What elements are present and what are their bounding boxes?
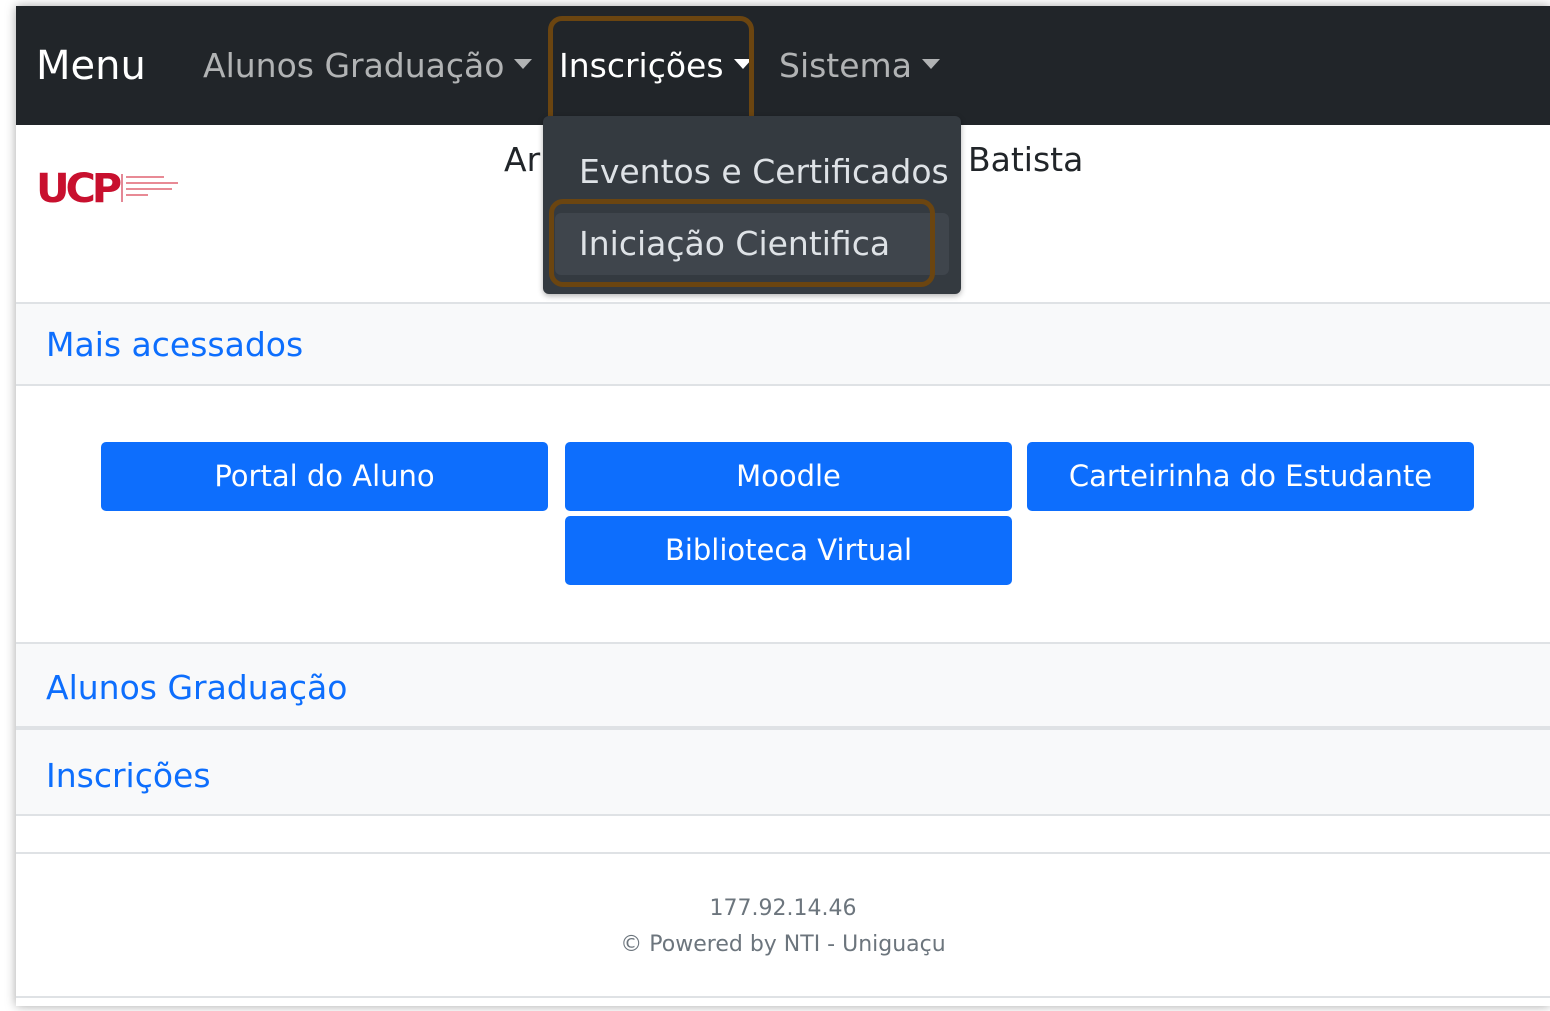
navbar-brand[interactable]: Menu [36, 39, 146, 93]
footer-bottom-line [16, 996, 1550, 998]
moodle-button[interactable]: Moodle [565, 442, 1012, 511]
section-mais-acessados: Mais acessados [16, 302, 1550, 386]
section-alunos-graduacao: Alunos Graduação [16, 642, 1550, 728]
dropdown-item-iniciacao-cientifica[interactable]: Iniciação Cientifica [555, 213, 949, 275]
section-title-mais-acessados[interactable]: Mais acessados [46, 323, 303, 367]
section-title-inscricoes[interactable]: Inscrições [46, 754, 211, 798]
nav-sistema[interactable]: Sistema [779, 44, 940, 88]
logo-text: UCP [36, 166, 121, 208]
browser-page: Menu Alunos Graduação Inscrições Sistema… [16, 6, 1550, 1006]
section-inscricoes: Inscrições [16, 728, 1550, 816]
portal-do-aluno-button[interactable]: Portal do Aluno [101, 442, 548, 511]
chevron-down-icon [921, 58, 940, 69]
top-navbar: Menu Alunos Graduação Inscrições Sistema [16, 6, 1550, 125]
nav-label: Alunos Graduação [203, 46, 505, 85]
biblioteca-virtual-button[interactable]: Biblioteca Virtual [565, 516, 1012, 585]
nav-inscricoes[interactable]: Inscrições [559, 44, 752, 88]
page-title-partial-left: Ar [504, 140, 541, 179]
section-title-alunos-graduacao[interactable]: Alunos Graduação [46, 666, 347, 710]
ucp-logo: UCP [36, 166, 178, 208]
chevron-down-icon [733, 58, 752, 69]
footer-ip: 177.92.14.46 [709, 896, 857, 921]
chevron-down-icon [514, 58, 533, 69]
nav-label: Sistema [779, 46, 912, 85]
inscricoes-dropdown-menu: Eventos e Certificados Iniciação Cientif… [543, 116, 961, 294]
footer-powered-by: © Powered by NTI - Uniguaçu [620, 932, 946, 957]
nav-alunos-graduacao[interactable]: Alunos Graduação [203, 44, 533, 88]
nav-label: Inscrições [559, 46, 724, 85]
carteirinha-button[interactable]: Carteirinha do Estudante [1027, 442, 1474, 511]
page-title-partial-right: Batista [968, 140, 1084, 179]
footer-divider [16, 852, 1550, 854]
dropdown-item-eventos-certificados[interactable]: Eventos e Certificados [555, 141, 949, 203]
